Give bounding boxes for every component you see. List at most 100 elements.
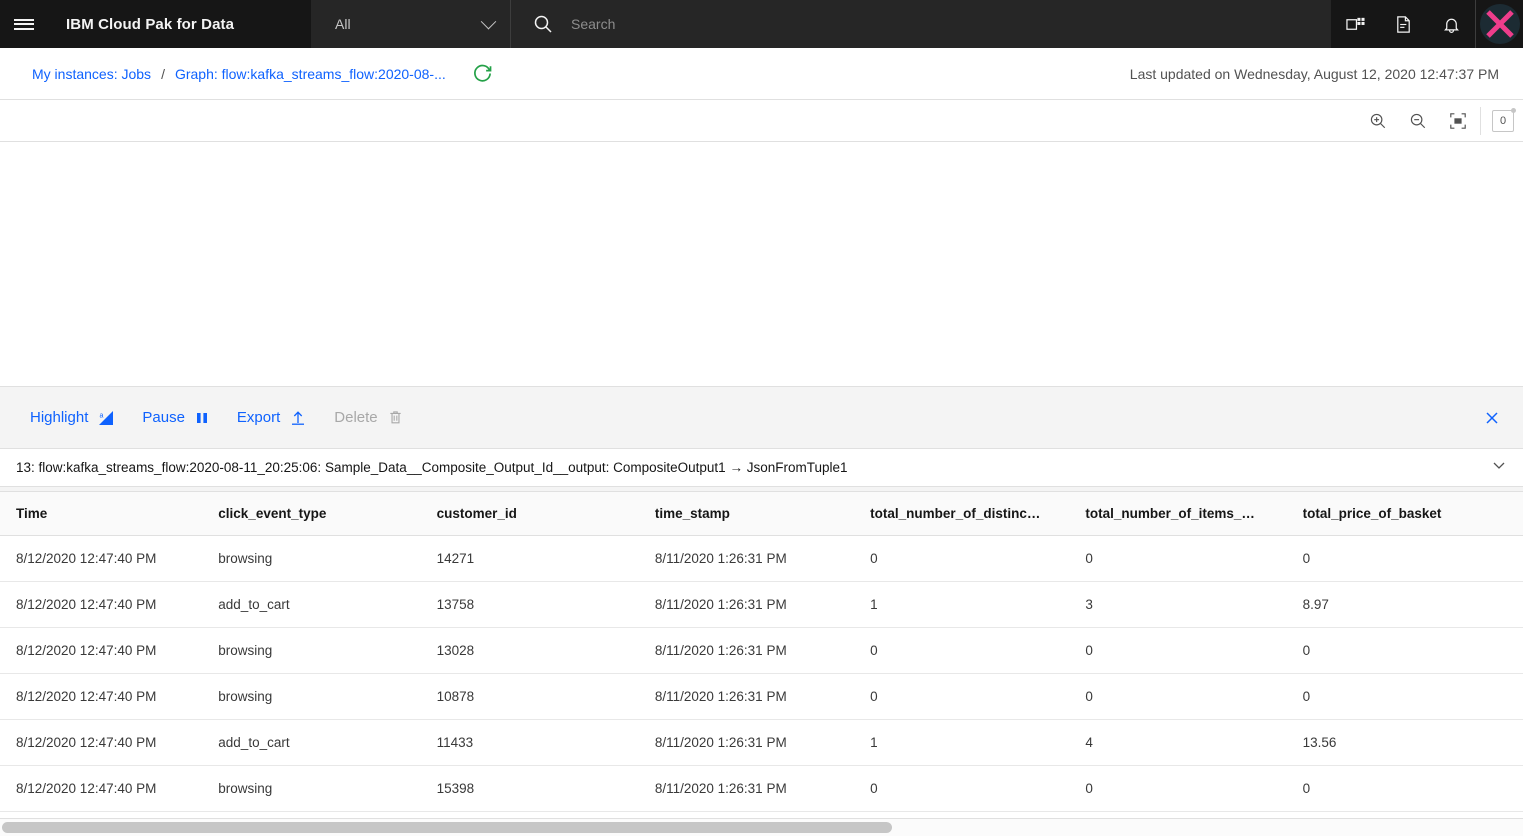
app-switcher-icon[interactable] [1331, 0, 1379, 48]
cell-items: 0 [1085, 627, 1303, 674]
fit-to-screen-icon[interactable] [1438, 101, 1478, 141]
table-row[interactable]: 8/12/2020 12:47:40 PM browsing 10878 8/1… [0, 673, 1523, 720]
table-row[interactable]: 8/12/2020 12:47:40 PM browsing 14271 8/1… [0, 535, 1523, 582]
hamburger-menu-icon[interactable] [0, 0, 48, 48]
cell-items: 4 [1085, 719, 1303, 766]
graph-toolbar: 0 [0, 100, 1523, 142]
close-panel-button[interactable] [1477, 403, 1507, 433]
pause-icon [196, 412, 207, 423]
data-table: Time click_event_type customer_id time_s… [0, 492, 1523, 812]
cell-distinct: 0 [870, 535, 1086, 582]
horizontal-scrollbar[interactable] [0, 818, 1523, 836]
cell-click-event: browsing [218, 535, 437, 582]
cell-items: 0 [1085, 765, 1303, 812]
cell-click-event: browsing [218, 627, 437, 674]
cell-basket: 0 [1302, 627, 1523, 674]
cell-click-event: add_to_cart [218, 581, 437, 628]
delete-button: Delete [320, 403, 416, 432]
highlight-icon: a [99, 410, 114, 425]
cell-customer-id: 11433 [436, 719, 655, 766]
stream-selector-row[interactable]: 13: flow:kafka_streams_flow:2020-08-11_2… [0, 449, 1523, 487]
column-header-customer-id[interactable]: customer_id [436, 492, 655, 536]
app-header: IBM Cloud Pak for Data All Search [0, 0, 1523, 48]
breadcrumb-item-jobs[interactable]: My instances: Jobs [32, 66, 151, 82]
breadcrumb-item-graph[interactable]: Graph: flow:kafka_streams_flow:2020-08-.… [175, 66, 446, 82]
column-header-click-event[interactable]: click_event_type [218, 492, 437, 536]
cell-basket: 0 [1302, 673, 1523, 720]
table-row[interactable]: 8/12/2020 12:47:40 PM add_to_cart 13758 … [0, 581, 1523, 628]
cell-customer-id: 13758 [436, 581, 655, 628]
cell-time: 8/12/2020 12:47:40 PM [0, 535, 219, 582]
notification-bell-icon[interactable] [1427, 0, 1475, 48]
column-header-time-stamp[interactable]: time_stamp [654, 492, 871, 536]
table-header: Time click_event_type customer_id time_s… [0, 492, 1523, 536]
table-row[interactable]: 8/12/2020 12:47:40 PM browsing 15398 8/1… [0, 765, 1523, 812]
pause-label: Pause [142, 409, 185, 426]
user-avatar[interactable] [1475, 0, 1523, 48]
cell-time-stamp: 8/11/2020 1:26:31 PM [654, 765, 871, 812]
notification-count-button[interactable]: 0 [1483, 101, 1523, 141]
last-updated-text: Last updated on Wednesday, August 12, 20… [1129, 65, 1499, 82]
data-table-container[interactable]: Time click_event_type customer_id time_s… [0, 492, 1523, 812]
export-button[interactable]: Export [223, 403, 320, 432]
highlight-button[interactable]: Highlight a [16, 403, 128, 432]
cell-time-stamp: 8/11/2020 1:26:31 PM [654, 673, 871, 720]
header-spacer [234, 0, 311, 48]
pause-button[interactable]: Pause [128, 403, 223, 432]
breadcrumb: My instances: Jobs / Graph: flow:kafka_s… [0, 48, 1523, 100]
table-header-row: Time click_event_type customer_id time_s… [0, 492, 1523, 536]
avatar-x-logo-icon [1485, 10, 1514, 38]
cell-time-stamp: 8/11/2020 1:26:31 PM [654, 719, 871, 766]
document-icon[interactable] [1379, 0, 1427, 48]
cell-time: 8/12/2020 12:47:40 PM [0, 627, 219, 674]
svg-text:a: a [100, 412, 104, 419]
delete-label: Delete [334, 409, 378, 426]
toolbar-divider [1480, 106, 1481, 135]
cell-customer-id: 13028 [436, 627, 655, 674]
cell-distinct: 0 [870, 765, 1086, 812]
cell-click-event: browsing [218, 765, 437, 812]
table-row[interactable]: 8/12/2020 12:47:40 PM add_to_cart 11433 … [0, 719, 1523, 766]
column-header-time[interactable]: Time [0, 492, 219, 536]
product-title: IBM Cloud Pak for Data [66, 15, 235, 33]
cell-time-stamp: 8/11/2020 1:26:31 PM [654, 627, 871, 674]
zoom-in-icon[interactable] [1358, 101, 1398, 141]
chevron-down-icon[interactable] [1491, 457, 1507, 478]
cell-customer-id: 15398 [436, 765, 655, 812]
flow-graph-canvas[interactable]: > > > 0 Sample Data 0 CompositeOutput1 [0, 142, 1523, 387]
column-header-basket-price[interactable]: total_price_of_basket [1302, 492, 1523, 536]
search-scope-value: All [335, 16, 351, 32]
data-actions-toolbar: Highlight a Pause Export Delete [0, 387, 1523, 449]
search-input[interactable]: Search [511, 0, 1331, 48]
cell-time: 8/12/2020 12:47:40 PM [0, 673, 219, 720]
cell-items: 3 [1085, 581, 1303, 628]
cell-basket: 13.56 [1302, 719, 1523, 766]
cell-time: 8/12/2020 12:47:40 PM [0, 719, 219, 766]
table-body: 8/12/2020 12:47:40 PM browsing 14271 8/1… [0, 535, 1523, 812]
scrollbar-thumb[interactable] [2, 822, 892, 833]
cell-customer-id: 14271 [436, 535, 655, 582]
refresh-icon[interactable] [472, 63, 493, 84]
search-placeholder: Search [571, 16, 616, 32]
breadcrumb-separator: / [161, 65, 165, 82]
column-header-distinct[interactable]: total_number_of_distinc… [870, 492, 1086, 536]
search-icon [534, 15, 552, 33]
cell-distinct: 0 [870, 627, 1086, 674]
chevron-down-icon [480, 13, 497, 29]
cell-time-stamp: 8/11/2020 1:26:31 PM [654, 581, 871, 628]
zoom-out-icon[interactable] [1398, 101, 1438, 141]
highlight-label: Highlight [30, 409, 89, 426]
cell-items: 0 [1085, 673, 1303, 720]
cell-click-event: browsing [218, 673, 437, 720]
cell-time-stamp: 8/11/2020 1:26:31 PM [654, 535, 871, 582]
cell-customer-id: 10878 [436, 673, 655, 720]
table-row[interactable]: 8/12/2020 12:47:40 PM browsing 13028 8/1… [0, 627, 1523, 674]
cell-basket: 0 [1302, 535, 1523, 582]
column-header-items[interactable]: total_number_of_items_… [1085, 492, 1303, 536]
header-icon-group [1331, 0, 1523, 48]
cell-basket: 8.97 [1302, 581, 1523, 628]
cell-click-event: add_to_cart [218, 719, 437, 766]
search-scope-dropdown[interactable]: All [311, 0, 511, 48]
cell-distinct: 1 [870, 719, 1086, 766]
export-upload-icon [292, 410, 305, 425]
